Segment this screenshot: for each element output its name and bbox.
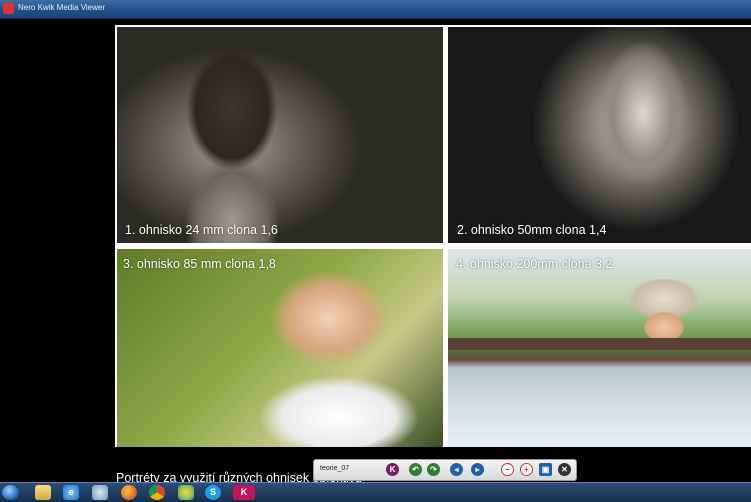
- skype-icon[interactable]: S: [205, 485, 221, 500]
- child-portrait: [167, 37, 297, 243]
- old-man-portrait: [568, 27, 718, 243]
- close-icon[interactable]: ✕: [558, 463, 571, 476]
- chrome-icon[interactable]: [149, 485, 165, 500]
- nero-k-icon[interactable]: K: [386, 463, 399, 476]
- zoom-in-icon[interactable]: +: [520, 463, 533, 476]
- fullscreen-icon[interactable]: ▣: [539, 463, 552, 476]
- photo-50mm: 2. ohnisko 50mm clona 1,4: [448, 27, 751, 243]
- windows-start-icon[interactable]: [2, 485, 19, 500]
- photo-85mm: 3. ohnisko 85 mm clona 1,8: [117, 249, 443, 447]
- photo-collage: 1. ohnisko 24 mm clona 1,6 2. ohnisko 50…: [115, 25, 751, 447]
- rotate-right-icon[interactable]: ↷: [427, 463, 440, 476]
- next-icon[interactable]: ▸: [471, 463, 484, 476]
- internet-explorer-icon[interactable]: e: [63, 485, 79, 500]
- photo-caption: 4. ohnisko 200mm clona 3,2: [456, 257, 613, 271]
- image-viewer[interactable]: 1. ohnisko 24 mm clona 1,6 2. ohnisko 50…: [0, 19, 751, 485]
- nero-app-icon: [3, 3, 14, 14]
- viewer-control-bar: teorie_07 K ↶ ↷ ◂ ▸ − + ▣ ✕: [313, 459, 577, 481]
- railing: [448, 338, 751, 350]
- photo-24mm: 1. ohnisko 24 mm clona 1,6: [117, 27, 443, 243]
- nero-kwik-icon[interactable]: K: [233, 485, 255, 500]
- flower-app-icon[interactable]: [178, 485, 194, 500]
- file-explorer-icon[interactable]: [35, 485, 51, 500]
- firefox-icon[interactable]: [121, 485, 137, 500]
- photo-caption: 2. ohnisko 50mm clona 1,4: [457, 223, 607, 237]
- photo-caption: 3. ohnisko 85 mm clona 1,8: [123, 257, 276, 271]
- tool-icon[interactable]: [92, 485, 108, 500]
- zoom-out-icon[interactable]: −: [501, 463, 514, 476]
- windows-taskbar: e S K: [0, 482, 751, 502]
- current-filename: teorie_07: [320, 465, 350, 472]
- previous-icon[interactable]: ◂: [450, 463, 463, 476]
- window-titlebar: Nero Kwik Media Viewer: [0, 0, 751, 19]
- photo-200mm: 4. ohnisko 200mm clona 3,2: [448, 249, 751, 447]
- rotate-left-icon[interactable]: ↶: [409, 463, 422, 476]
- photo-caption: 1. ohnisko 24 mm clona 1,6: [125, 223, 278, 237]
- window-title: Nero Kwik Media Viewer: [18, 3, 105, 12]
